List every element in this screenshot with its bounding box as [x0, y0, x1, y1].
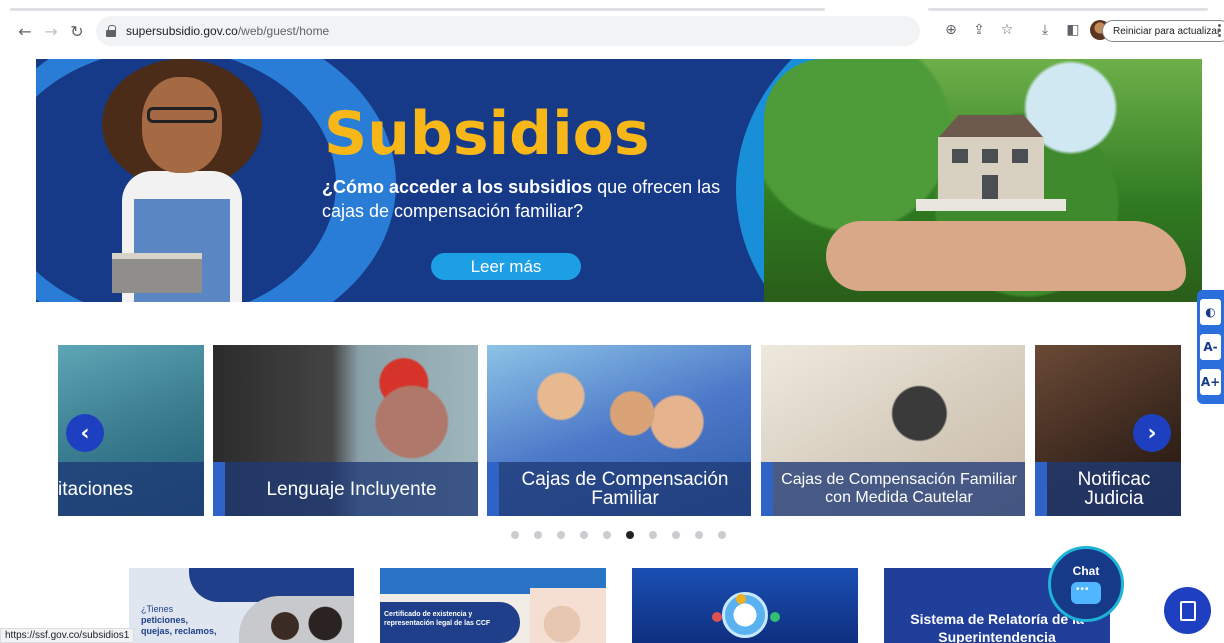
reload-icon[interactable]: ↻ — [64, 18, 90, 44]
tile-pqrs-text: ¿Tienes peticiones, quejas, reclamos, — [141, 604, 217, 636]
carousel-dot[interactable] — [718, 531, 726, 539]
carousel-card[interactable]: Cajas de Compensación Familiar — [487, 345, 751, 516]
document-icon — [1179, 600, 1196, 621]
address-bar[interactable]: supersubsidio.gov.co/web/guest/home — [96, 16, 920, 46]
hero-title: Subsidios — [324, 99, 650, 169]
carousel-card-label: Lenguaje Incluyente — [213, 462, 478, 516]
carousel-prev-button[interactable]: ‹ — [66, 414, 104, 452]
badge-icon — [736, 594, 746, 604]
forward-icon[interactable]: → — [38, 18, 64, 44]
carousel-next-button[interactable]: › — [1133, 414, 1171, 452]
restart-to-update-button[interactable]: Reiniciar para actualizar — [1102, 20, 1224, 42]
chat-label: Chat — [1072, 564, 1100, 578]
url-text: supersubsidio.gov.co/web/guest/home — [126, 24, 330, 38]
carousel-dot[interactable] — [580, 531, 588, 539]
tile-photo — [530, 588, 606, 643]
carousel-dot[interactable] — [511, 531, 519, 539]
chat-bubble-icon — [1071, 582, 1101, 604]
tile-certificate[interactable]: Certificado de existencia y representaci… — [380, 568, 606, 643]
chat-button[interactable]: Chat — [1048, 546, 1124, 622]
browser-toolbar: ← → ↻ supersubsidio.gov.co/web/guest/hom… — [0, 12, 1224, 50]
badge-icon — [770, 612, 780, 622]
hero-banner[interactable]: Subsidios ¿Cómo acceder a los subsidios … — [36, 59, 1202, 302]
font-decrease-button[interactable]: A- — [1200, 333, 1221, 360]
chevron-left-icon: ‹ — [80, 420, 90, 446]
toolbar-icons: ⊕ ⇪ ☆ ⤓ ◧ — [940, 16, 1110, 44]
carousel-dot[interactable] — [649, 531, 657, 539]
carousel-dot[interactable] — [534, 531, 542, 539]
services-carousel: itaciones Lenguaje Incluyente Cajas de C… — [58, 345, 1181, 516]
carousel-card[interactable]: Cajas de Compensación Familiar con Medid… — [761, 345, 1025, 516]
tile-pqrs[interactable]: ¿Tienes peticiones, quejas, reclamos, — [129, 568, 354, 643]
tab-indicator — [928, 8, 1208, 11]
share-icon[interactable]: ⇪ — [968, 16, 990, 44]
zoom-icon[interactable]: ⊕ — [940, 16, 962, 44]
contrast-icon[interactable]: ◐ — [1200, 298, 1221, 325]
carousel-pagination — [511, 531, 726, 539]
badge-icon — [712, 612, 722, 622]
chevron-right-icon: › — [1147, 420, 1157, 446]
side-panel-icon[interactable]: ◧ — [1062, 16, 1084, 44]
tile-globe[interactable] — [632, 568, 858, 643]
accessibility-toolbar: ◐ A- A+ — [1197, 290, 1224, 404]
download-icon[interactable]: ⤓ — [1034, 16, 1056, 44]
star-icon[interactable]: ☆ — [996, 16, 1018, 44]
carousel-dot[interactable] — [672, 531, 680, 539]
carousel-card[interactable]: Lenguaje Incluyente — [213, 345, 478, 516]
tab-strip — [0, 0, 1224, 12]
carousel-card-label: itaciones — [58, 462, 204, 516]
carousel-dot[interactable] — [695, 531, 703, 539]
hero-house-illustration — [916, 115, 1066, 225]
back-icon[interactable]: ← — [12, 18, 38, 44]
lock-icon — [106, 25, 116, 37]
status-bar-url: https://ssf.gov.co/subsidios1 — [0, 628, 135, 643]
menu-kebab-icon[interactable] — [1218, 24, 1222, 40]
read-more-button[interactable]: Leer más — [431, 253, 581, 280]
carousel-dot[interactable] — [603, 531, 611, 539]
hero-subtitle: ¿Cómo acceder a los subsidios que ofrece… — [322, 177, 721, 221]
hero-photo-girl — [92, 59, 292, 302]
carousel-card-label: Cajas de Compensación Familiar con Medid… — [761, 462, 1025, 516]
font-increase-button[interactable]: A+ — [1200, 369, 1221, 396]
carousel-card-label: Notificac Judicia — [1035, 462, 1181, 516]
carousel-dot[interactable] — [626, 531, 634, 539]
tab-indicator — [10, 8, 825, 11]
floating-action-button[interactable] — [1164, 587, 1211, 634]
hero-photo-hand — [826, 221, 1186, 291]
tile-photo — [239, 596, 354, 643]
carousel-card-label: Cajas de Compensación Familiar — [487, 462, 751, 516]
carousel-dot[interactable] — [557, 531, 565, 539]
tile-certificate-text: Certificado de existencia y representaci… — [380, 602, 520, 643]
